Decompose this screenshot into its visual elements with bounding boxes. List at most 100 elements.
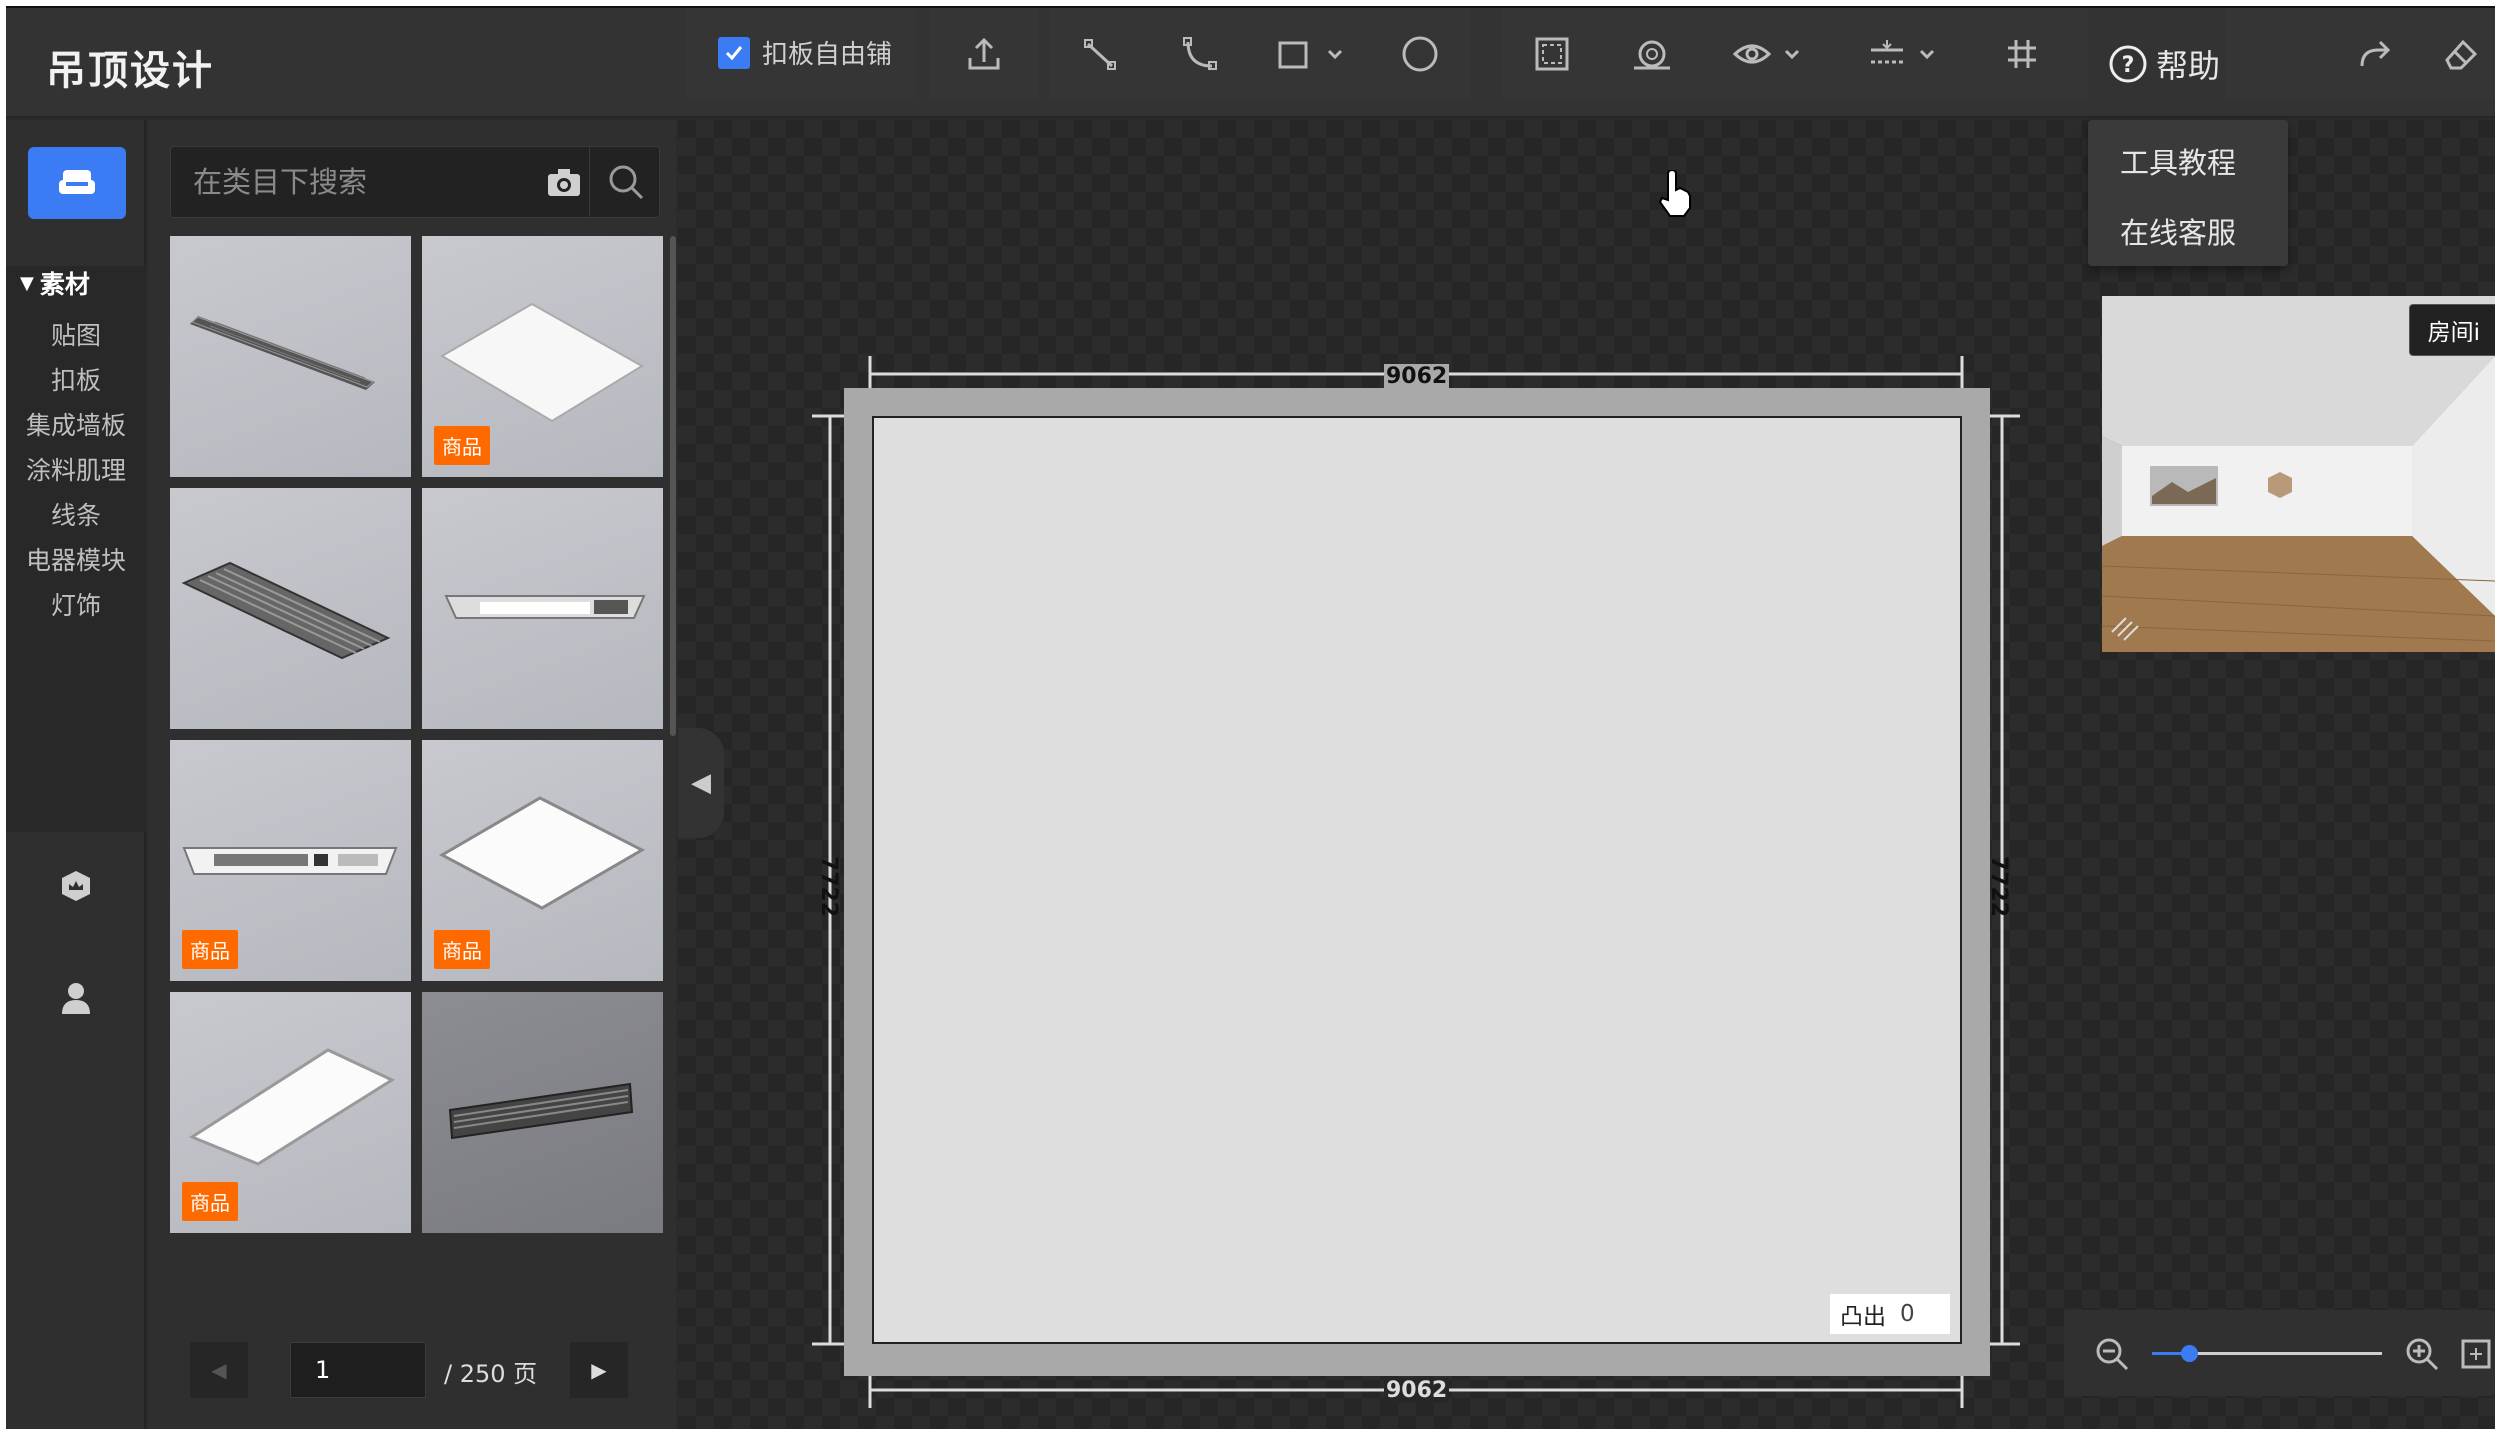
ceiling-area[interactable] — [872, 416, 1962, 1344]
zoom-control — [2064, 1310, 2495, 1396]
hand-cursor-icon — [1658, 170, 1691, 217]
light-vent-thumbnail — [444, 595, 646, 619]
eraser-button[interactable] — [2426, 8, 2495, 100]
toolbar-view-group — [1502, 8, 2088, 100]
nav-item-lighting[interactable]: 灯饰 — [6, 586, 146, 622]
toolbar-free-tile: 扣板自由铺 — [686, 8, 916, 100]
draw-rectangle-button[interactable] — [1260, 8, 1360, 100]
material-tile[interactable]: 商品 — [422, 740, 663, 981]
nav-item-paint[interactable]: 涂料肌理 — [6, 451, 146, 487]
product-badge: 商品 — [434, 426, 490, 465]
upload-button[interactable] — [930, 8, 1038, 100]
toolbar-draw-group — [1050, 8, 1470, 100]
category-header-label: 素材 — [39, 270, 90, 299]
material-tile[interactable] — [422, 992, 663, 1233]
svg-text:?: ? — [2122, 53, 2135, 78]
circle-icon — [1402, 36, 1438, 72]
align-button[interactable] — [1842, 8, 1962, 100]
search-button[interactable] — [589, 147, 661, 217]
toolbar-upload-group — [930, 8, 1038, 100]
select-region-icon — [1535, 37, 1569, 71]
menu-item-tutorial[interactable]: 工具教程 — [2120, 140, 2236, 182]
bottom-width-label: 9062 — [1384, 1378, 1450, 1403]
search-input[interactable] — [171, 147, 541, 217]
rectangle-icon — [1278, 41, 1308, 69]
right-height-label: 7722 — [1986, 855, 2012, 918]
zoom-slider[interactable] — [2152, 1345, 2382, 1362]
upload-icon — [968, 37, 1000, 70]
nav-item-wall-panel[interactable]: 集成墙板 — [6, 406, 146, 442]
free-tile-checkbox[interactable]: 扣板自由铺 — [718, 34, 892, 71]
draw-circle-button[interactable] — [1370, 8, 1470, 100]
product-badge: 商品 — [434, 930, 490, 969]
triangle-down-icon: ▼ — [20, 272, 34, 294]
chevron-down-icon — [1327, 49, 1343, 60]
material-tile[interactable]: 商品 — [422, 236, 663, 477]
material-tile[interactable] — [422, 488, 663, 729]
prev-page-button[interactable]: ◀ — [190, 1342, 248, 1398]
eye-icon — [1732, 44, 1772, 64]
help-icon: ? — [2109, 45, 2147, 83]
chevron-down-icon — [1919, 49, 1935, 60]
room-3d-preview[interactable]: 房间i — [2102, 296, 2495, 652]
visibility-button[interactable] — [1712, 8, 1822, 100]
left-nav: ▼ 素材 贴图 扣板 集成墙板 涂料肌理 线条 电器模块 灯饰 — [6, 120, 146, 1429]
category-header[interactable]: ▼ 素材 — [20, 265, 90, 301]
shield-icon[interactable] — [58, 868, 94, 904]
zoom-in-icon[interactable] — [2404, 1336, 2440, 1372]
grid-toggle-button[interactable] — [1972, 8, 2072, 100]
select-region-button[interactable] — [1502, 8, 1602, 100]
room-view-tag[interactable]: 房间i — [2408, 304, 2495, 356]
shape-tool-icon — [1634, 40, 1670, 70]
bulge-label: 凸出 — [1840, 1304, 1886, 1330]
collapse-left-icon: ◀ — [691, 768, 711, 798]
next-page-button[interactable]: ▶ — [570, 1342, 628, 1398]
product-badge: 商品 — [182, 930, 238, 969]
draw-arc-button[interactable] — [1150, 8, 1250, 100]
bulge-value: 0 — [1900, 1301, 1915, 1327]
grid-icon — [2008, 40, 2036, 68]
redo-button[interactable] — [2326, 8, 2426, 100]
material-grid: 商品 商品 商品 商品 — [170, 236, 664, 1238]
nav-item-texture[interactable]: 贴图 — [6, 316, 146, 352]
page-number-input[interactable] — [290, 1342, 426, 1398]
material-library-panel: 商品 商品 商品 商品 — [148, 120, 676, 1429]
zoom-out-icon[interactable] — [2094, 1336, 2130, 1372]
menu-item-online-support[interactable]: 在线客服 — [2120, 210, 2236, 252]
left-height-label: 7722 — [816, 855, 842, 918]
eraser-icon — [2444, 39, 2477, 70]
search-icon — [609, 165, 643, 200]
pagination: ◀ / 250 页 ▶ — [148, 1340, 676, 1400]
fit-view-icon[interactable] — [2460, 1338, 2492, 1370]
material-tile[interactable] — [170, 236, 411, 477]
camera-icon[interactable] — [546, 166, 582, 198]
linear-vent-thumbnail — [190, 316, 375, 390]
chevron-down-icon — [1784, 49, 1800, 60]
sofa-icon — [59, 170, 95, 194]
top-width-label: 9062 — [1384, 364, 1450, 389]
material-tile[interactable] — [170, 488, 411, 729]
nav-item-appliance[interactable]: 电器模块 — [6, 541, 146, 577]
line-icon — [1084, 39, 1116, 70]
shape-tool-button[interactable] — [1602, 8, 1702, 100]
toolbar-history-group — [2226, 8, 2495, 100]
zoom-slider-handle[interactable] — [2180, 1345, 2198, 1362]
bulge-input[interactable]: 凸出 0 — [1830, 1294, 1950, 1334]
vent-grille-thumbnail — [181, 561, 391, 660]
nav-item-line[interactable]: 线条 — [6, 496, 146, 532]
search-box — [170, 146, 660, 218]
library-scrollbar[interactable] — [670, 236, 676, 736]
draw-line-button[interactable] — [1050, 8, 1150, 100]
page-total: / 250 页 — [444, 1360, 538, 1388]
free-tile-label: 扣板自由铺 — [762, 40, 893, 70]
user-icon[interactable] — [58, 980, 94, 1016]
help-label: 帮助 — [2156, 47, 2221, 85]
material-library-button[interactable] — [28, 147, 126, 219]
nav-item-panel[interactable]: 扣板 — [6, 361, 146, 397]
material-tile[interactable]: 商品 — [170, 992, 411, 1233]
checkbox-checked-icon — [718, 36, 750, 69]
app-title: 吊顶设计 — [46, 48, 214, 94]
collapse-panel-button[interactable]: ◀ — [678, 728, 724, 838]
material-tile[interactable]: 商品 — [170, 740, 411, 981]
caret-left-icon: ◀ — [211, 1358, 227, 1382]
